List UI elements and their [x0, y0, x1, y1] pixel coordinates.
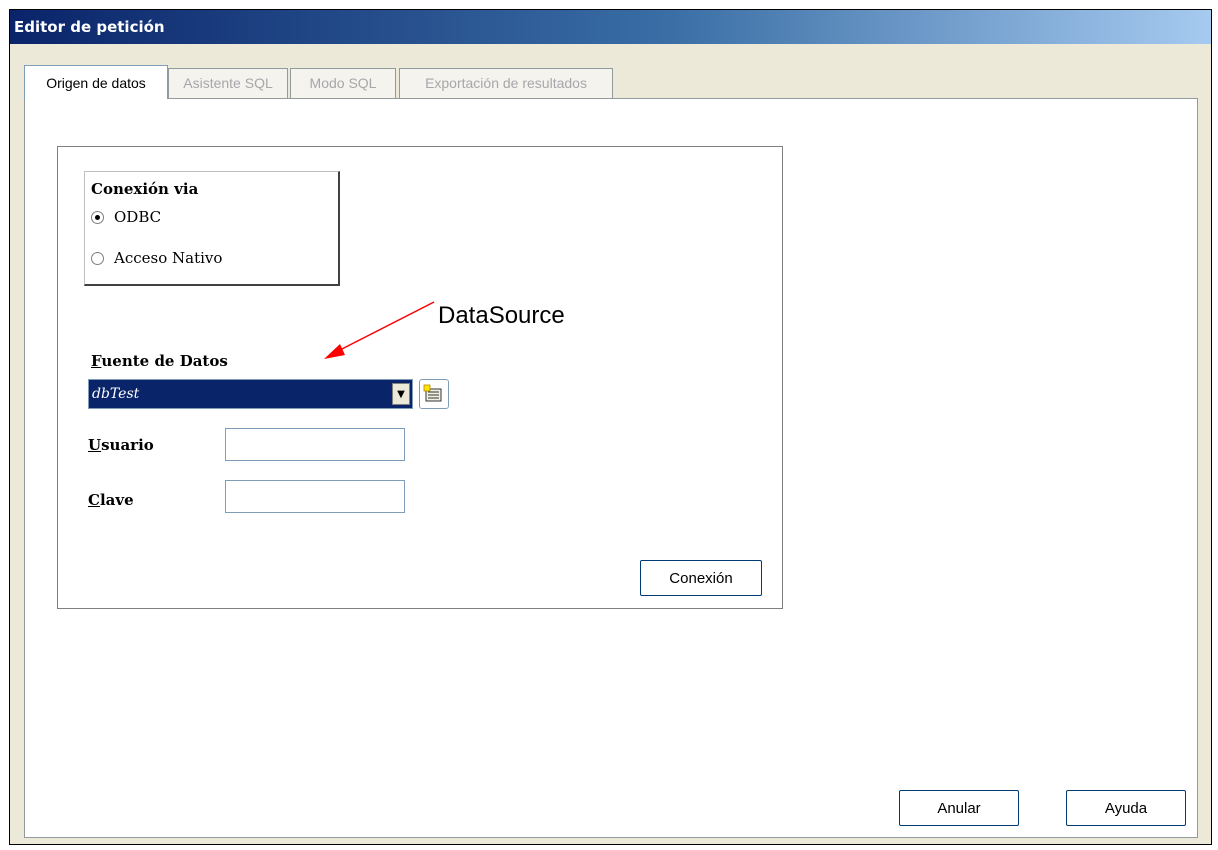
radio-unchecked-icon[interactable] — [91, 251, 104, 265]
radio-odbc[interactable]: ODBC — [91, 205, 161, 229]
user-input[interactable] — [225, 428, 405, 461]
datasource-value: dbTest — [92, 386, 140, 402]
cancel-button[interactable]: Anular — [899, 790, 1019, 826]
tab-origen-de-datos[interactable]: Origen de datos — [24, 65, 168, 99]
connection-type-box: Conexión via ODBC Acceso Nativo — [84, 171, 340, 286]
password-label: Clave — [88, 491, 134, 509]
connect-button[interactable]: Conexión — [640, 560, 762, 596]
database-browse-icon — [423, 384, 442, 402]
datasource-label: Fuente de Datos — [91, 352, 228, 370]
annotation-arrow-icon — [324, 301, 435, 359]
window-title: Editor de petición — [14, 18, 165, 36]
datasource-select[interactable]: dbTest ▼ — [88, 379, 413, 409]
radio-acceso-nativo-label: Acceso Nativo — [114, 249, 223, 267]
datasource-browse-button[interactable] — [419, 379, 449, 409]
radio-odbc-label: ODBC — [114, 208, 162, 226]
chevron-down-icon[interactable]: ▼ — [392, 383, 410, 405]
user-label: Usuario — [88, 436, 154, 454]
dialog-window: Editor de petición Origen de datos Asist… — [9, 9, 1212, 845]
title-bar: Editor de petición — [10, 10, 1211, 44]
tab-exportacion-resultados[interactable]: Exportación de resultados — [399, 68, 613, 98]
connection-type-title: Conexión via — [91, 180, 199, 198]
tab-modo-sql[interactable]: Modo SQL — [290, 68, 396, 98]
radio-acceso-nativo[interactable]: Acceso Nativo — [91, 246, 222, 270]
help-button[interactable]: Ayuda — [1066, 790, 1186, 826]
annotation-label: DataSource — [438, 302, 565, 329]
password-input[interactable] — [225, 480, 405, 513]
tab-asistente-sql[interactable]: Asistente SQL — [168, 68, 288, 98]
radio-checked-icon[interactable] — [91, 210, 104, 224]
